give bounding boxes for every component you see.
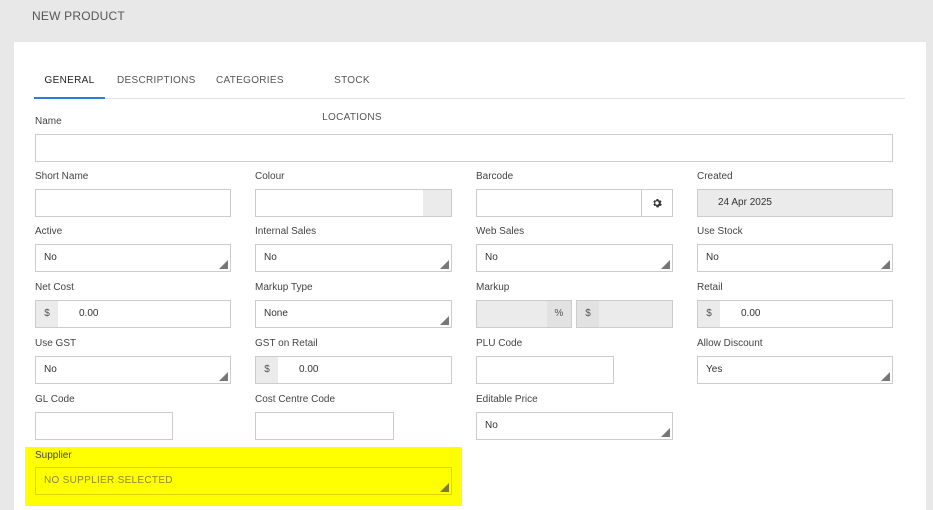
dropdown-arrow-icon xyxy=(881,372,890,381)
tab-stock-locations[interactable]: STOCK LOCATIONS xyxy=(305,62,399,123)
supplier-value: NO SUPPLIER SELECTED xyxy=(44,475,173,486)
markup-type-label: Markup Type xyxy=(255,282,313,293)
colour-label: Colour xyxy=(255,171,285,182)
active-value: No xyxy=(44,252,57,263)
dropdown-arrow-icon xyxy=(661,428,670,437)
barcode-field[interactable] xyxy=(476,189,673,217)
internal-sales-select[interactable]: No xyxy=(255,244,452,272)
dropdown-arrow-icon xyxy=(440,483,449,492)
supplier-select[interactable]: NO SUPPLIER SELECTED xyxy=(35,467,452,495)
net-cost-value: 0.00 xyxy=(79,308,99,319)
plu-code-field[interactable] xyxy=(476,356,614,384)
gst-currency-prefix: $ xyxy=(256,357,278,383)
tab-bar: GENERAL DESCRIPTIONS CATEGORIES STOCK LO… xyxy=(34,62,905,123)
retail-label: Retail xyxy=(697,282,723,293)
use-gst-value: No xyxy=(44,364,57,375)
cost-centre-code-field[interactable] xyxy=(255,412,394,440)
dropdown-arrow-icon xyxy=(219,372,228,381)
barcode-generate-button[interactable] xyxy=(641,190,672,216)
tab-general[interactable]: GENERAL xyxy=(34,62,105,99)
tab-categories[interactable]: CATEGORIES xyxy=(216,62,284,99)
active-label: Active xyxy=(35,226,63,237)
allow-discount-select[interactable]: Yes xyxy=(697,356,893,384)
gst-on-retail-field[interactable]: $ 0.00 xyxy=(255,356,452,384)
markup-percent-suffix: % xyxy=(547,301,571,327)
editable-price-label: Editable Price xyxy=(476,394,538,405)
gl-code-label: GL Code xyxy=(35,394,75,405)
internal-sales-label: Internal Sales xyxy=(255,226,317,237)
gst-on-retail-label: GST on Retail xyxy=(255,338,318,349)
short-name-label: Short Name xyxy=(35,171,89,182)
gl-code-field[interactable] xyxy=(35,412,173,440)
use-gst-label: Use GST xyxy=(35,338,77,349)
tab-descriptions[interactable]: DESCRIPTIONS xyxy=(117,62,195,99)
retail-currency-prefix: $ xyxy=(698,301,720,327)
editable-price-value: No xyxy=(485,420,498,431)
gst-on-retail-value: 0.00 xyxy=(299,364,319,375)
active-select[interactable]: No xyxy=(35,244,231,272)
editable-price-select[interactable]: No xyxy=(476,412,673,440)
name-field[interactable] xyxy=(35,134,893,162)
use-stock-select[interactable]: No xyxy=(697,244,893,272)
internal-sales-value: No xyxy=(264,252,277,263)
barcode-label: Barcode xyxy=(476,171,514,182)
plu-code-label: PLU Code xyxy=(476,338,523,349)
net-cost-label: Net Cost xyxy=(35,282,74,293)
use-stock-value: No xyxy=(706,252,719,263)
allow-discount-value: Yes xyxy=(706,364,723,375)
dropdown-arrow-icon xyxy=(881,260,890,269)
short-name-field[interactable] xyxy=(35,189,231,217)
allow-discount-label: Allow Discount xyxy=(697,338,763,349)
web-sales-value: No xyxy=(485,252,498,263)
web-sales-label: Web Sales xyxy=(476,226,525,237)
colour-swatch-button[interactable] xyxy=(423,190,451,216)
created-value: 24 Apr 2025 xyxy=(718,197,772,208)
web-sales-select[interactable]: No xyxy=(476,244,673,272)
markup-label: Markup xyxy=(476,282,510,293)
markup-type-select[interactable]: None xyxy=(255,300,452,328)
net-cost-field[interactable]: $ 0.00 xyxy=(35,300,231,328)
markup-dollar-field: $ xyxy=(576,300,673,328)
created-label: Created xyxy=(697,171,733,182)
use-stock-label: Use Stock xyxy=(697,226,743,237)
dropdown-arrow-icon xyxy=(440,260,449,269)
dropdown-arrow-icon xyxy=(219,260,228,269)
supplier-label: Supplier xyxy=(35,450,72,461)
gear-icon xyxy=(653,198,662,208)
cost-centre-code-label: Cost Centre Code xyxy=(255,394,336,405)
markup-type-value: None xyxy=(264,308,288,319)
net-cost-currency-prefix: $ xyxy=(36,301,58,327)
use-gst-select[interactable]: No xyxy=(35,356,231,384)
markup-dollar-prefix: $ xyxy=(577,301,599,327)
markup-percent-field: % xyxy=(476,300,572,328)
dropdown-arrow-icon xyxy=(440,316,449,325)
page-title: NEW PRODUCT xyxy=(32,9,125,23)
created-field: 24 Apr 2025 xyxy=(697,189,893,217)
retail-value: 0.00 xyxy=(741,308,761,319)
dropdown-arrow-icon xyxy=(661,260,670,269)
colour-field[interactable] xyxy=(255,189,452,217)
retail-field[interactable]: $ 0.00 xyxy=(697,300,893,328)
name-label: Name xyxy=(35,116,62,127)
